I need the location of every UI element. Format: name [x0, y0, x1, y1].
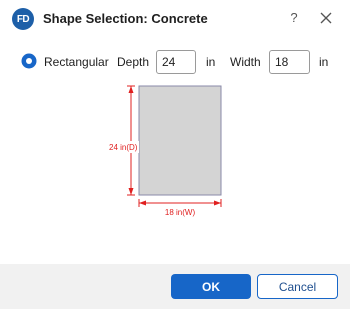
- shape-preview: 24 in(D) 18 in(W): [107, 85, 222, 217]
- depth-arrow-top-icon: [128, 86, 134, 93]
- width-dimension-label: 18 in(W): [165, 208, 196, 217]
- section-rectangle: [138, 85, 222, 196]
- depth-arrow-bottom-icon: [128, 188, 134, 195]
- width-dimension-line: [138, 199, 222, 207]
- ok-button[interactable]: OK: [171, 274, 251, 299]
- width-arrow-left-icon: [139, 200, 146, 206]
- depth-dimension-line: [127, 85, 135, 196]
- depth-dimension-label: 24 in(D): [109, 143, 138, 152]
- width-arrow-right-icon: [214, 200, 221, 206]
- cancel-button[interactable]: Cancel: [257, 274, 338, 299]
